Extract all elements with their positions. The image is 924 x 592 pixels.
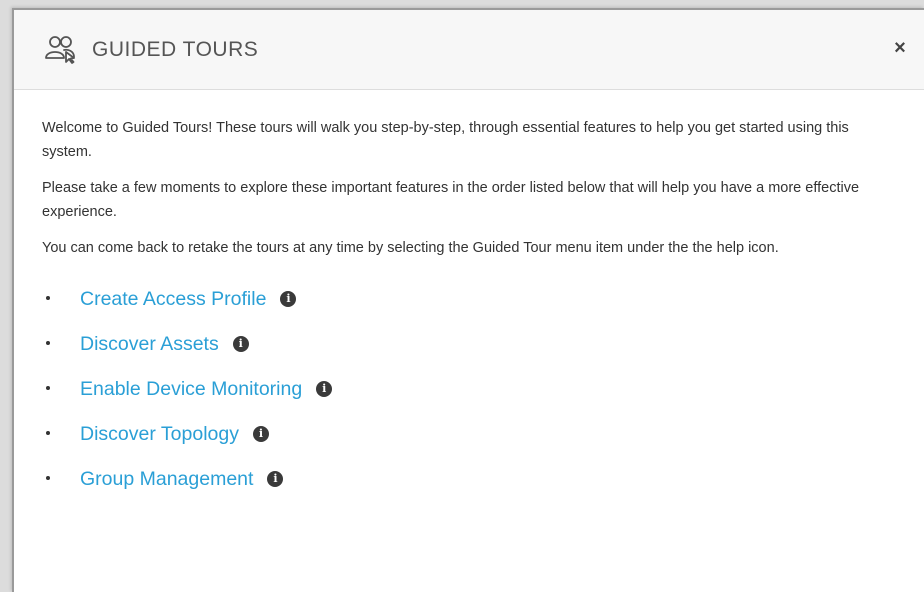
list-item: Discover Topology i [42,411,900,456]
info-icon[interactable]: i [232,335,249,352]
list-item: Create Access Profile i [42,276,900,321]
intro-paragraph: Welcome to Guided Tours! These tours wil… [42,120,849,160]
info-icon[interactable]: i [280,290,297,307]
bullet [46,296,50,300]
tour-link-discover-topology[interactable]: Discover Topology [80,422,239,446]
instructions-paragraph: Please take a few moments to explore the… [42,180,860,220]
bullet [46,386,50,390]
bullet [46,341,50,345]
info-icon[interactable]: i [267,470,284,487]
tour-link-discover-assets[interactable]: Discover Assets [80,332,219,356]
tour-link-group-management[interactable]: Group Management [80,467,253,491]
list-item: Group Management i [42,456,900,501]
dialog-title: GUIDED TOURS [92,38,259,61]
list-item: Discover Assets i [42,321,900,366]
users-icon [44,34,78,64]
bullet [46,431,50,435]
guided-tours-dialog: GUIDED TOURS × Welcome to Guided Tours! … [12,8,924,592]
list-item: Enable Device Monitoring i [42,366,900,411]
dialog-header: GUIDED TOURS × [14,10,924,90]
tour-list: Create Access Profile i Discover Assets … [42,276,900,501]
info-icon[interactable]: i [316,380,333,397]
tour-link-enable-device-monitoring[interactable]: Enable Device Monitoring [80,377,302,401]
dialog-body: Welcome to Guided Tours! These tours wil… [14,90,924,501]
retake-paragraph: You can come back to retake the tours at… [42,240,779,256]
close-button[interactable]: × [888,36,912,60]
tour-link-create-access-profile[interactable]: Create Access Profile [80,287,266,311]
info-icon[interactable]: i [252,425,269,442]
bullet [46,476,50,480]
